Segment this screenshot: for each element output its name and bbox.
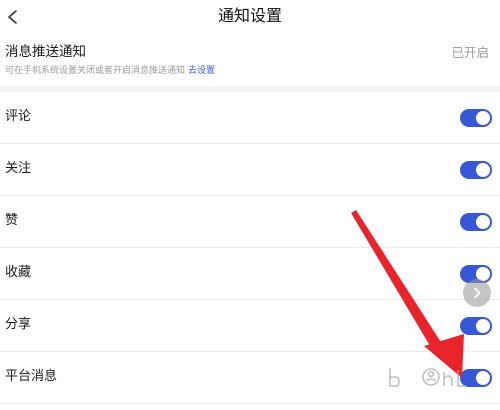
setting-label-favorite: 收藏: [5, 265, 32, 280]
push-hint-text: 可在手机系统设置关闭或者开启消息推送通知: [5, 66, 186, 76]
setting-row-comment: 评论: [0, 92, 500, 144]
setting-row-share: 分享: [0, 300, 500, 352]
setting-row-favorite: 收藏: [0, 248, 500, 300]
toggle-follow[interactable]: [460, 161, 492, 179]
setting-label-follow: 关注: [5, 161, 32, 176]
setting-label-like: 赞: [5, 213, 19, 228]
toggle-like[interactable]: [460, 213, 492, 231]
toggle-knob: [476, 215, 490, 229]
toggle-share[interactable]: [460, 317, 492, 335]
toggle-knob: [476, 163, 490, 177]
push-notification-section[interactable]: 消息推送通知 已开启 可在手机系统设置关闭或者开启消息推送通知 去设置: [0, 34, 500, 86]
push-notification-status: 已开启: [451, 45, 489, 60]
toggle-platform-message[interactable]: [460, 369, 492, 387]
setting-label-comment: 评论: [5, 109, 32, 124]
header-bar: 通知设置: [0, 0, 500, 34]
go-settings-link[interactable]: 去设置: [188, 66, 215, 76]
toggle-knob: [476, 319, 490, 333]
setting-row-platform-message: 平台消息: [0, 352, 500, 404]
toggle-comment[interactable]: [460, 109, 492, 127]
push-notification-hint: 可在手机系统设置关闭或者开启消息推送通知 去设置: [5, 65, 215, 77]
setting-label-platform-message: 平台消息: [5, 369, 58, 384]
push-notification-title: 消息推送通知: [5, 44, 86, 60]
toggle-knob: [476, 371, 490, 385]
notification-list: 评论 关注 赞 收藏 分享 平台消息: [0, 92, 500, 404]
setting-label-share: 分享: [5, 317, 32, 332]
setting-row-follow: 关注: [0, 144, 500, 196]
floating-next-button[interactable]: [463, 279, 491, 307]
setting-row-like: 赞: [0, 196, 500, 248]
toggle-knob: [476, 111, 490, 125]
page-title: 通知设置: [217, 6, 282, 25]
chevron-right-icon: [474, 287, 481, 299]
